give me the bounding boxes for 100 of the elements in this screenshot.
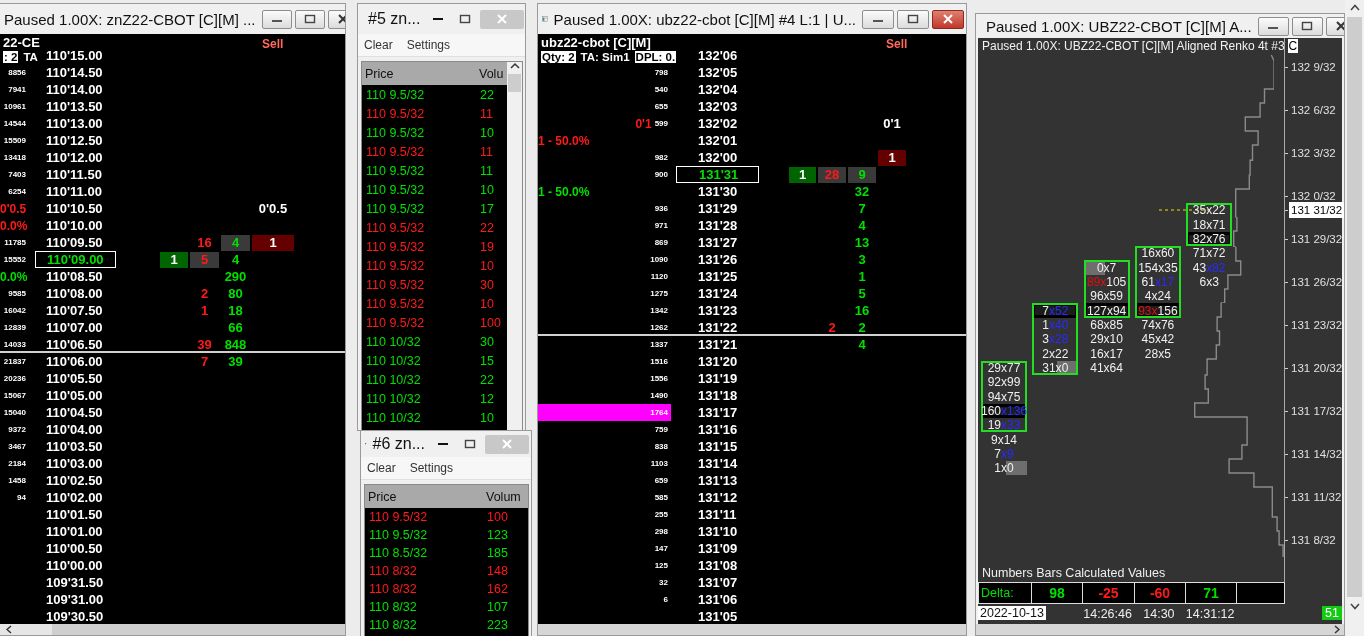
price-cell[interactable]: 131'12 [676, 489, 759, 506]
price-cell[interactable]: 131'28 [676, 217, 759, 234]
ask-order-cell[interactable]: 1 [878, 149, 906, 166]
price-cell[interactable]: 110'12.50 [35, 132, 116, 149]
price-cell[interactable]: 110'10.00 [35, 217, 116, 234]
price-cell[interactable]: 110'00.50 [35, 540, 116, 557]
price-cell[interactable]: 131'26 [676, 251, 759, 268]
price-cell[interactable]: 131'21 [676, 336, 759, 353]
bought-volume[interactable]: 848 [221, 336, 250, 353]
price-cell[interactable]: 132'05 [676, 64, 759, 81]
bought-volume[interactable]: 39 [221, 353, 250, 370]
position-value[interactable]: 0'0.5 [252, 200, 294, 217]
scroll-down-icon[interactable] [1349, 603, 1360, 610]
price-cell[interactable]: 132'04 [676, 81, 759, 98]
bought-volume[interactable]: 2 [848, 319, 876, 336]
bought-volume[interactable]: 4 [848, 217, 876, 234]
toolbar-button[interactable]: Clear [367, 461, 396, 475]
price-cell[interactable]: 131'05 [676, 608, 759, 624]
bought-volume[interactable]: 80 [221, 285, 250, 302]
ask-order-cell[interactable]: 1 [252, 234, 294, 251]
price-cell[interactable]: 131'18 [676, 387, 759, 404]
price-cell[interactable]: 131'14 [676, 455, 759, 472]
price-cell[interactable]: 110'04.50 [35, 404, 116, 421]
minimize-button[interactable] [862, 9, 894, 29]
scroll-left-icon[interactable] [6, 625, 12, 634]
horizontal-scrollbar[interactable] [538, 624, 966, 635]
price-cell[interactable]: 110'06.50 [35, 336, 116, 353]
price-cell[interactable]: 110'03.00 [35, 455, 116, 472]
price-cell[interactable]: 110'14.00 [35, 81, 116, 98]
bid-order-cell[interactable]: 1 [160, 251, 188, 268]
maximize-button[interactable] [897, 9, 929, 29]
price-cell[interactable]: 110'13.50 [35, 98, 116, 115]
price-cell[interactable]: 131'06 [676, 591, 759, 608]
scrollbar-thumb[interactable] [508, 74, 521, 92]
price-cell[interactable]: 110'11.50 [35, 166, 116, 183]
price-cell[interactable]: 131'20 [676, 353, 759, 370]
price-cell[interactable]: 110'05.00 [35, 387, 116, 404]
price-cell[interactable]: 131'07 [676, 574, 759, 591]
price-cell[interactable]: 131'15 [676, 438, 759, 455]
price-cell[interactable]: 110'09.50 [35, 234, 116, 251]
price-cell[interactable]: 132'03 [676, 98, 759, 115]
price-cell[interactable]: 110'13.00 [35, 115, 116, 132]
maximize-button[interactable] [294, 9, 325, 29]
bought-volume[interactable]: 66 [221, 319, 250, 336]
price-cell[interactable]: 110'01.50 [35, 506, 116, 523]
bought-volume[interactable]: 32 [848, 183, 876, 200]
horizontal-scrollbar[interactable] [0, 624, 345, 635]
price-cell[interactable]: 110'06.00 [35, 353, 116, 370]
bought-volume[interactable]: 4 [848, 336, 876, 353]
price-cell[interactable]: 110'01.00 [35, 523, 116, 540]
price-cell[interactable]: 131'19 [676, 370, 759, 387]
price-cell[interactable]: 131'16 [676, 421, 759, 438]
bought-volume[interactable]: 16 [848, 302, 876, 319]
price-cell[interactable]: 131'30 [676, 183, 759, 200]
price-cell[interactable]: 131'09 [676, 540, 759, 557]
column-header[interactable]: Price [362, 66, 476, 81]
price-cell[interactable]: 131'22 [676, 319, 759, 336]
price-cell[interactable]: 109'31.00 [35, 591, 116, 608]
price-cell[interactable]: 132'02 [676, 115, 759, 132]
bought-volume[interactable]: 290 [221, 268, 250, 285]
position-value[interactable]: 0'1 [878, 115, 906, 132]
price-cell[interactable]: 110'03.50 [35, 438, 116, 455]
bought-volume[interactable]: 1 [848, 268, 876, 285]
price-cell[interactable]: 132'01 [676, 132, 759, 149]
sold-volume[interactable]: 7 [190, 353, 219, 370]
price-cell[interactable]: 131'29 [676, 200, 759, 217]
column-header[interactable]: Volum [483, 489, 528, 504]
price-cell[interactable]: 110'09.00 [35, 251, 116, 268]
maximize-button[interactable] [1291, 16, 1323, 36]
bought-volume[interactable]: 7 [848, 200, 876, 217]
price-cell[interactable]: 110'12.00 [35, 149, 116, 166]
price-cell[interactable]: 131'25 [676, 268, 759, 285]
close-button[interactable] [932, 9, 964, 29]
sold-volume[interactable]: 16 [190, 234, 219, 251]
price-cell[interactable]: 131'31 [676, 166, 759, 183]
price-cell[interactable]: 131'27 [676, 234, 759, 251]
price-cell[interactable]: 131'08 [676, 557, 759, 574]
price-cell[interactable]: 131'17 [676, 404, 759, 421]
scrollbar-thumb[interactable] [0, 624, 52, 635]
bought-volume[interactable]: 5 [848, 285, 876, 302]
scroll-right-icon[interactable] [1334, 625, 1340, 634]
price-cell[interactable]: 131'13 [676, 472, 759, 489]
price-cell[interactable]: 110'14.50 [35, 64, 116, 81]
column-header[interactable]: Volu [476, 66, 507, 81]
toolbar-button[interactable]: Clear [364, 38, 393, 52]
horizontal-scrollbar[interactable] [976, 624, 1344, 635]
bid-order-cell[interactable]: 1 [789, 166, 816, 183]
bought-volume[interactable]: 13 [848, 234, 876, 251]
bought-volume[interactable]: 9 [848, 166, 876, 183]
price-cell[interactable]: 110'02.50 [35, 472, 116, 489]
price-cell[interactable]: 110'07.00 [35, 319, 116, 336]
price-cell[interactable]: 131'11 [676, 506, 759, 523]
bought-volume[interactable]: 18 [221, 302, 250, 319]
sold-volume[interactable]: 39 [190, 336, 219, 353]
bought-volume[interactable]: 4 [221, 251, 250, 268]
bought-volume[interactable]: 3 [848, 251, 876, 268]
price-cell[interactable]: 131'24 [676, 285, 759, 302]
price-cell[interactable]: 110'05.50 [35, 370, 116, 387]
scroll-up-icon[interactable] [1349, 4, 1360, 11]
price-cell[interactable]: 132'06 [676, 47, 759, 64]
